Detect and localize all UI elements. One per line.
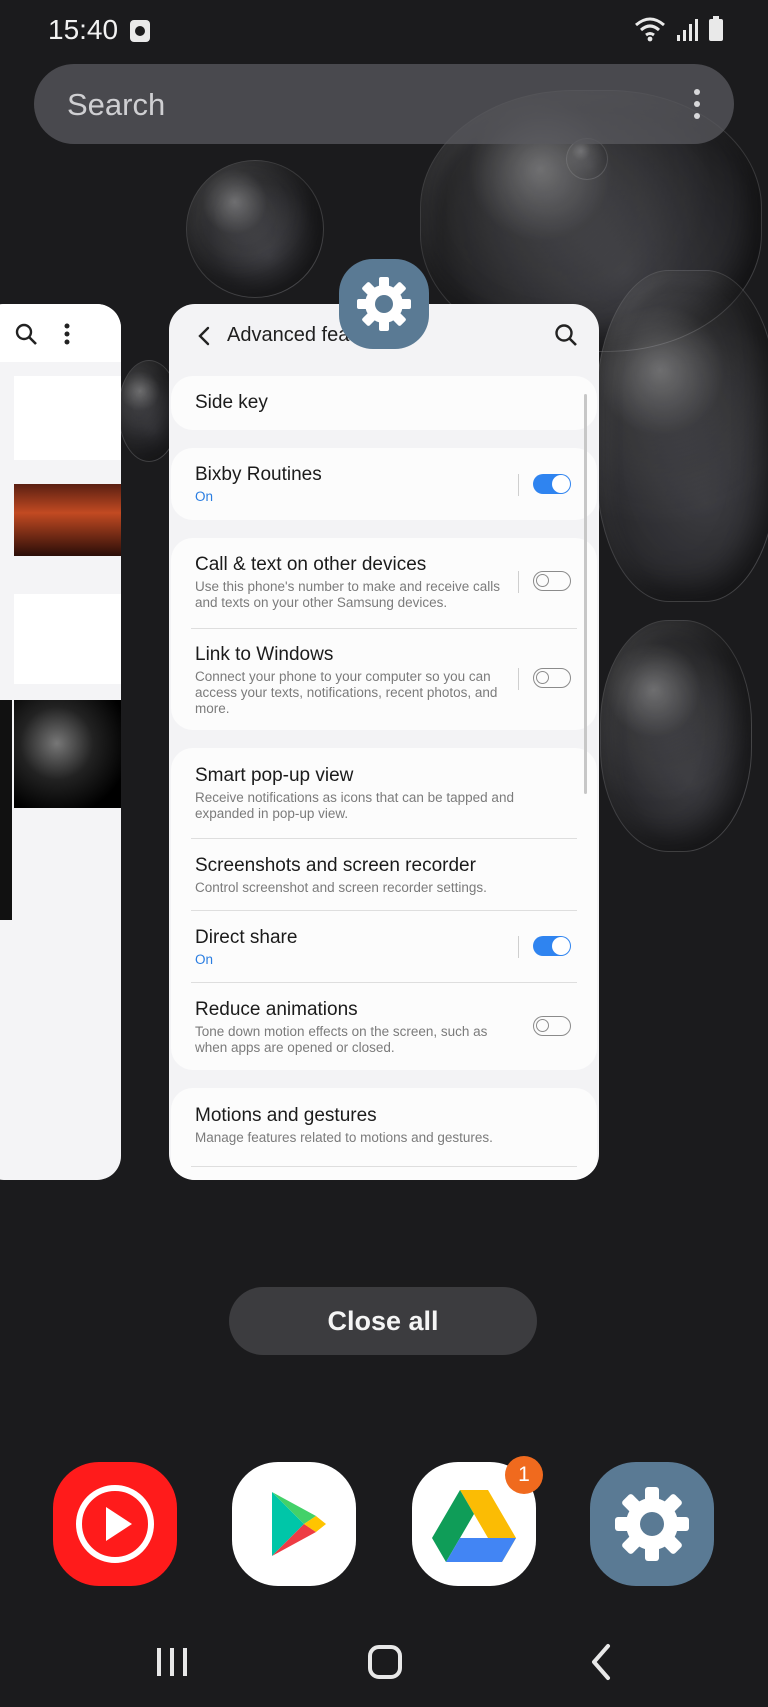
- scrollbar[interactable]: [584, 394, 587, 794]
- item-title: Smart pop-up view: [195, 765, 354, 786]
- signal-icon: [677, 19, 698, 41]
- item-title: Motions and gestures: [195, 1105, 377, 1126]
- item-title: Reduce animations: [195, 999, 358, 1020]
- thumbnail-concert-image: [14, 484, 121, 556]
- back-arrow-icon[interactable]: [191, 322, 219, 350]
- wallpaper-bubble: [186, 160, 324, 298]
- more-options-icon[interactable]: [694, 89, 700, 125]
- search-placeholder: Search: [67, 87, 166, 122]
- item-title: Link to Windows: [195, 644, 334, 665]
- item-state: On: [195, 952, 214, 967]
- list-item[interactable]: Screenshots and screen recorder Control …: [171, 838, 597, 910]
- settings-group: Bixby Routines On: [171, 448, 597, 520]
- back-nav-icon[interactable]: [582, 1640, 622, 1684]
- status-time: 15:40: [48, 14, 119, 45]
- thumbnail-lock-preview: [14, 594, 121, 684]
- item-subtitle: Receive notifications as icons that can …: [195, 790, 514, 821]
- list-item[interactable]: Motions and gestures Manage features rel…: [171, 1088, 597, 1166]
- item-title: Direct share: [195, 927, 298, 948]
- settings-icon[interactable]: [590, 1462, 714, 1586]
- list-item[interactable]: Direct share On: [171, 910, 597, 982]
- settings-group: Side key: [171, 376, 597, 430]
- home-nav-icon[interactable]: [364, 1640, 408, 1684]
- direct-share-toggle[interactable]: [533, 936, 571, 956]
- item-subtitle: Connect your phone to your computer so y…: [195, 669, 498, 716]
- recents-search-bar[interactable]: Search: [34, 64, 734, 144]
- divider: [518, 571, 519, 593]
- gear-icon: [357, 277, 411, 331]
- link-to-windows-toggle[interactable]: [533, 668, 571, 688]
- thumbnail-list: [14, 376, 121, 460]
- item-state: On: [195, 489, 214, 504]
- recents-nav-icon[interactable]: [152, 1640, 192, 1684]
- wallpaper-bubble: [600, 620, 752, 852]
- item-subtitle: Use this phone's number to make and rece…: [195, 579, 500, 610]
- settings-group: Call & text on other devices Use this ph…: [171, 538, 597, 730]
- play-circle-icon: [76, 1485, 154, 1563]
- list-item[interactable]: Side key: [171, 376, 597, 430]
- call-text-toggle[interactable]: [533, 571, 571, 591]
- wifi-icon: [635, 17, 665, 42]
- settings-group: Smart pop-up view Receive notifications …: [171, 748, 597, 1070]
- item-title: Side key: [195, 392, 268, 413]
- settings-app-icon[interactable]: [339, 259, 429, 349]
- thumbnail-bubbles-image: [14, 700, 121, 808]
- reduce-animations-toggle[interactable]: [533, 1016, 571, 1036]
- wallpaper-bubble: [596, 270, 768, 602]
- play-triangle-icon: [272, 1492, 326, 1556]
- thumbnail-dark-strip: [0, 700, 12, 920]
- list-item[interactable]: Smart pop-up view Receive notifications …: [171, 748, 597, 838]
- search-icon: [15, 323, 37, 345]
- status-icons: [634, 16, 724, 42]
- battery-icon: [709, 16, 723, 41]
- list-item[interactable]: Bixby Routines On: [171, 448, 597, 520]
- recent-app-card-contacts[interactable]: [0, 304, 121, 1180]
- item-subtitle: Control screenshot and screen recorder s…: [195, 880, 487, 895]
- divider: [518, 474, 519, 496]
- item-subtitle: Tone down motion effects on the screen, …: [195, 1024, 488, 1055]
- play-store-icon[interactable]: [232, 1462, 356, 1586]
- notification-badge: 1: [505, 1456, 543, 1494]
- list-item[interactable]: Link to Windows Connect your phone to yo…: [171, 628, 597, 730]
- bixby-routines-toggle[interactable]: [533, 474, 571, 494]
- item-subtitle: Manage features related to motions and g…: [195, 1130, 493, 1145]
- gear-icon: [615, 1487, 689, 1561]
- recent-app-card-settings[interactable]: Advanced features Side key Bixby Routine…: [169, 304, 599, 1180]
- divider: [518, 936, 519, 958]
- search-icon[interactable]: [553, 322, 579, 348]
- item-title: Screenshots and screen recorder: [195, 855, 476, 876]
- item-title: Call & text on other devices: [195, 554, 427, 575]
- settings-group: Motions and gestures Manage features rel…: [171, 1088, 597, 1180]
- left-card-header: [0, 304, 121, 362]
- list-item[interactable]: Reduce animations Tone down motion effec…: [171, 982, 597, 1070]
- youtube-music-icon[interactable]: [53, 1462, 177, 1586]
- item-title: Bixby Routines: [195, 464, 322, 485]
- divider: [518, 668, 519, 690]
- list-item[interactable]: Call & text on other devices Use this ph…: [171, 538, 597, 628]
- more-options-icon: [64, 323, 70, 345]
- status-bar: 15:40: [0, 0, 768, 62]
- notification-icon: [130, 20, 150, 42]
- close-all-button[interactable]: Close all: [229, 1287, 537, 1355]
- list-item[interactable]: [171, 1166, 597, 1180]
